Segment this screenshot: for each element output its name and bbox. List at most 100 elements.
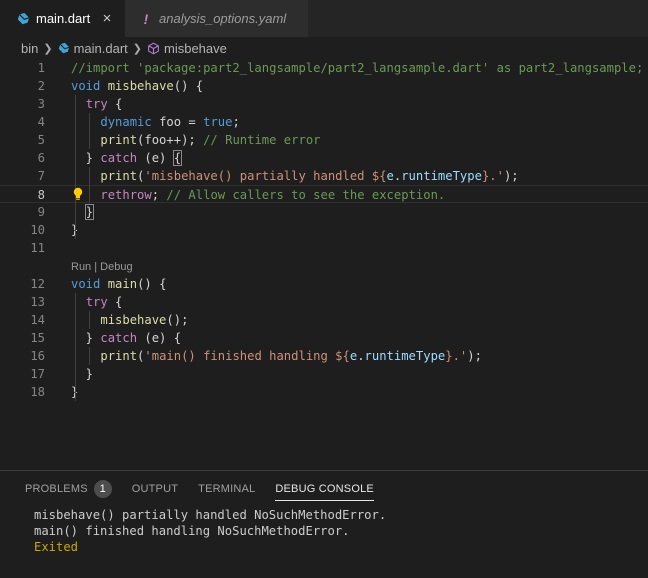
code-token: { bbox=[172, 150, 183, 166]
code-token: ); bbox=[503, 169, 519, 183]
code-line[interactable]: 9 } bbox=[0, 203, 648, 221]
warning-bang-icon: ! bbox=[143, 10, 149, 27]
code-token: try bbox=[85, 295, 108, 309]
code-line[interactable]: 11 bbox=[0, 239, 648, 257]
code-token: misbehave bbox=[100, 313, 167, 327]
dart-icon bbox=[16, 12, 30, 25]
code-text: try { bbox=[71, 293, 123, 311]
code-line[interactable]: 15 } catch (e) { bbox=[0, 329, 648, 347]
line-number: 4 bbox=[37, 115, 45, 129]
breadcrumb-folder[interactable]: bin bbox=[21, 41, 38, 56]
tab-main-dart[interactable]: main.dart × bbox=[0, 0, 125, 37]
code-line[interactable]: 17 } bbox=[0, 365, 648, 383]
code-token: // Allow callers to see the exception. bbox=[166, 188, 446, 202]
code-line[interactable]: 10} bbox=[0, 221, 648, 239]
indent-guide bbox=[89, 311, 90, 329]
line-number: 11 bbox=[30, 241, 45, 255]
code-text: rethrow; // Allow callers to see the exc… bbox=[71, 186, 445, 204]
code-token: e bbox=[386, 169, 394, 183]
code-token: print bbox=[100, 133, 138, 147]
editor-tab-bar: main.dart × ! analysis_options.yaml bbox=[0, 0, 648, 37]
dart-icon bbox=[58, 42, 70, 54]
code-token: () { bbox=[173, 79, 204, 93]
tab-problems-label: PROBLEMS bbox=[25, 483, 88, 495]
code-token: rethrow bbox=[100, 188, 152, 202]
code-line[interactable]: 16 print('main() finished handling ${e.r… bbox=[0, 347, 648, 365]
code-text: void main() { bbox=[71, 275, 166, 293]
breadcrumb: bin ❯ main.dart ❯ misbehave bbox=[0, 37, 648, 59]
line-number: 9 bbox=[37, 205, 45, 219]
tab-output[interactable]: OUTPUT bbox=[132, 471, 178, 507]
code-line[interactable]: 1 //import 'package:part2_langsample/part… bbox=[0, 59, 648, 77]
code-token: true bbox=[203, 115, 233, 129]
code-token: }.' bbox=[445, 349, 468, 363]
code-line[interactable]: 12 void main() { bbox=[0, 275, 648, 293]
tab-terminal-label: TERMINAL bbox=[198, 483, 256, 495]
chevron-right-icon: ❯ bbox=[43, 42, 53, 55]
code-token: ); bbox=[467, 349, 482, 363]
close-icon[interactable]: × bbox=[99, 10, 115, 27]
line-number: 12 bbox=[30, 277, 45, 291]
code-text: print('main() finished handling ${e.runt… bbox=[71, 347, 482, 365]
line-number: 5 bbox=[37, 133, 45, 147]
indent-guide bbox=[89, 347, 90, 365]
code-token: ; bbox=[151, 188, 167, 202]
code-text: try { bbox=[71, 95, 123, 113]
code-token: { bbox=[107, 295, 123, 309]
indent-guide bbox=[75, 293, 76, 401]
code-token: main bbox=[107, 277, 138, 291]
code-token: misbehave bbox=[107, 79, 174, 93]
breadcrumb-file[interactable]: main.dart bbox=[74, 41, 128, 56]
code-token: 'main() finished handling ${ bbox=[144, 349, 350, 363]
code-line[interactable]: 13 try { bbox=[0, 293, 648, 311]
code-line[interactable]: 2 void misbehave() { bbox=[0, 77, 648, 95]
code-line[interactable]: 8 rethrow; // Allow callers to see the e… bbox=[0, 185, 648, 203]
line-number: 14 bbox=[30, 313, 45, 327]
line-number: 15 bbox=[30, 331, 45, 345]
line-number: 8 bbox=[37, 188, 45, 202]
console-line: misbehave() partially handled NoSuchMeth… bbox=[34, 508, 387, 522]
line-number: 2 bbox=[37, 79, 45, 93]
code-text: print(foo++); // Runtime error bbox=[71, 131, 321, 149]
code-token: (e) { bbox=[137, 331, 182, 345]
code-token: catch bbox=[100, 151, 138, 165]
code-line[interactable]: 5 print(foo++); // Runtime error bbox=[0, 131, 648, 149]
code-token: { bbox=[107, 97, 123, 111]
code-line[interactable]: 14 misbehave(); bbox=[0, 311, 648, 329]
indent-guide bbox=[75, 95, 76, 239]
line-number: 6 bbox=[37, 151, 45, 165]
code-line[interactable]: 18} bbox=[0, 383, 648, 401]
code-token: print bbox=[100, 349, 138, 363]
line-number: 10 bbox=[30, 223, 45, 237]
code-text: } catch (e) { bbox=[71, 149, 183, 167]
codelens-run-debug[interactable]: Run | Debug bbox=[71, 259, 133, 275]
code-text: //import 'package:part2_langsample/part2… bbox=[71, 59, 643, 77]
code-line[interactable]: 3 try { bbox=[0, 95, 648, 113]
code-line[interactable]: 6 } catch (e) { bbox=[0, 149, 648, 167]
code-line[interactable]: 7 print('misbehave() partially handled $… bbox=[0, 167, 648, 185]
code-token: }.' bbox=[481, 169, 504, 183]
lightbulb-icon[interactable] bbox=[72, 185, 84, 203]
tab-debug-console[interactable]: DEBUG CONSOLE bbox=[275, 471, 374, 507]
tab-label: main.dart bbox=[36, 11, 91, 26]
indent-guide bbox=[89, 167, 90, 203]
line-number: 13 bbox=[30, 295, 45, 309]
code-text: print('misbehave() partially handled ${e… bbox=[71, 167, 519, 185]
symbol-method-icon bbox=[147, 42, 160, 55]
code-token: // Runtime error bbox=[203, 133, 321, 147]
code-token: //import 'package:part2_langsample/part2… bbox=[71, 61, 644, 75]
code-token: void bbox=[71, 79, 101, 93]
indent-guide bbox=[89, 113, 90, 149]
tab-analysis-options[interactable]: ! analysis_options.yaml bbox=[125, 0, 308, 37]
tab-problems[interactable]: PROBLEMS 1 bbox=[25, 471, 112, 507]
tab-terminal[interactable]: TERMINAL bbox=[198, 471, 255, 507]
line-number: 16 bbox=[30, 349, 45, 363]
breadcrumb-symbol[interactable]: misbehave bbox=[164, 41, 227, 56]
code-line[interactable]: 4 dynamic foo = true; bbox=[0, 113, 648, 131]
problems-count-badge: 1 bbox=[93, 480, 112, 498]
code-editor[interactable]: Run | Debug 1 //import 'package:part2_lan… bbox=[0, 59, 648, 470]
